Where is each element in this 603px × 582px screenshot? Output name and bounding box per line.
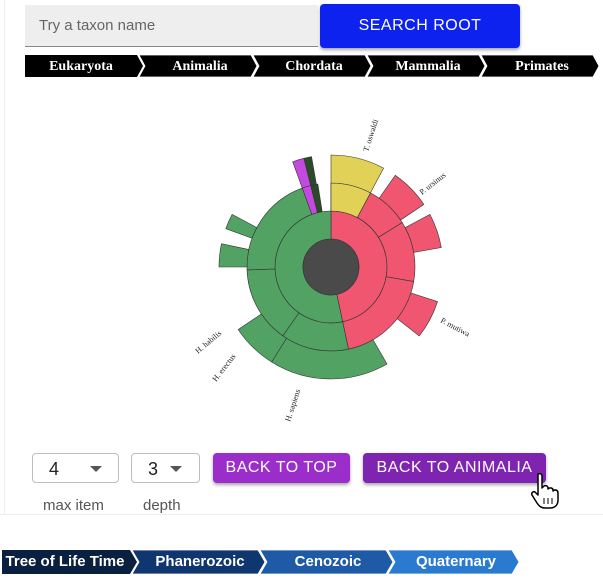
sunburst-segment-ring3-green-d[interactable] bbox=[225, 214, 258, 239]
time-breadcrumb: Tree of Life Time Phanerozoic Cenozoic Q… bbox=[0, 549, 522, 580]
chevron-down-icon bbox=[170, 466, 182, 472]
search-root-button[interactable]: SEARCH ROOT bbox=[320, 4, 520, 48]
taxonomy-breadcrumb: Eukaryota Animalia Chordata Mammalia Pri… bbox=[25, 54, 603, 78]
max-item-value: 4 bbox=[49, 459, 60, 479]
time-breadcrumb-item-phanerozoic[interactable]: Phanerozoic bbox=[131, 549, 266, 575]
depth-value: 3 bbox=[148, 459, 159, 479]
search-input[interactable] bbox=[25, 5, 318, 46]
sunburst-center[interactable] bbox=[302, 238, 360, 296]
svg-text:Eukaryota: Eukaryota bbox=[49, 59, 113, 74]
svg-text:Mammalia: Mammalia bbox=[395, 59, 460, 74]
max-item-caption: max item bbox=[43, 497, 104, 514]
left-divider bbox=[4, 0, 5, 514]
breadcrumb-item-chordata[interactable]: Chordata bbox=[252, 54, 372, 78]
svg-text:Quaternary: Quaternary bbox=[416, 553, 497, 570]
sunburst-label: H. erectus bbox=[210, 352, 237, 383]
svg-text:Cenozoic: Cenozoic bbox=[295, 553, 362, 570]
sunburst-label: T. oswaldi bbox=[361, 118, 380, 153]
sunburst-segment-ring3-green-c[interactable] bbox=[218, 243, 250, 268]
sunburst-label: P. mutiwa bbox=[439, 316, 471, 339]
sunburst-label: H. sapiens bbox=[283, 388, 302, 422]
sunburst-label: H. habilis bbox=[194, 329, 224, 356]
svg-text:Animalia: Animalia bbox=[172, 59, 227, 74]
svg-text:Primates: Primates bbox=[515, 59, 569, 74]
breadcrumb-item-eukaryota[interactable]: Eukaryota bbox=[25, 55, 143, 77]
search-field[interactable] bbox=[25, 5, 318, 47]
depth-select[interactable]: 3 bbox=[131, 453, 200, 483]
back-to-animalia-button[interactable]: BACK TO ANIMALIA bbox=[363, 453, 546, 483]
time-breadcrumb-item-tree-of-life[interactable]: Tree of Life Time bbox=[2, 550, 137, 574]
time-breadcrumb-item-quaternary[interactable]: Quaternary bbox=[387, 549, 520, 575]
svg-text:Chordata: Chordata bbox=[285, 59, 343, 74]
svg-text:Phanerozoic: Phanerozoic bbox=[155, 553, 244, 570]
breadcrumb-item-animalia[interactable]: Animalia bbox=[138, 54, 258, 78]
max-item-select[interactable]: 4 bbox=[32, 453, 119, 483]
breadcrumb-item-mammalia[interactable]: Mammalia bbox=[366, 54, 486, 78]
taxon-sunburst-chart[interactable]: T. oswaldi P. ursinus P. mutiwa H. sapiens H… bbox=[150, 100, 480, 435]
depth-caption: depth bbox=[143, 497, 181, 514]
svg-text:Tree of Life Time: Tree of Life Time bbox=[6, 553, 125, 570]
bottom-divider bbox=[0, 514, 603, 515]
time-breadcrumb-item-cenozoic[interactable]: Cenozoic bbox=[259, 549, 394, 575]
back-to-top-button[interactable]: BACK TO TOP bbox=[213, 453, 350, 483]
breadcrumb-item-primates[interactable]: Primates bbox=[480, 54, 600, 78]
hand-pointer-icon bbox=[530, 472, 564, 515]
sunburst-label: P. ursinus bbox=[418, 171, 448, 197]
chevron-down-icon bbox=[90, 466, 102, 472]
